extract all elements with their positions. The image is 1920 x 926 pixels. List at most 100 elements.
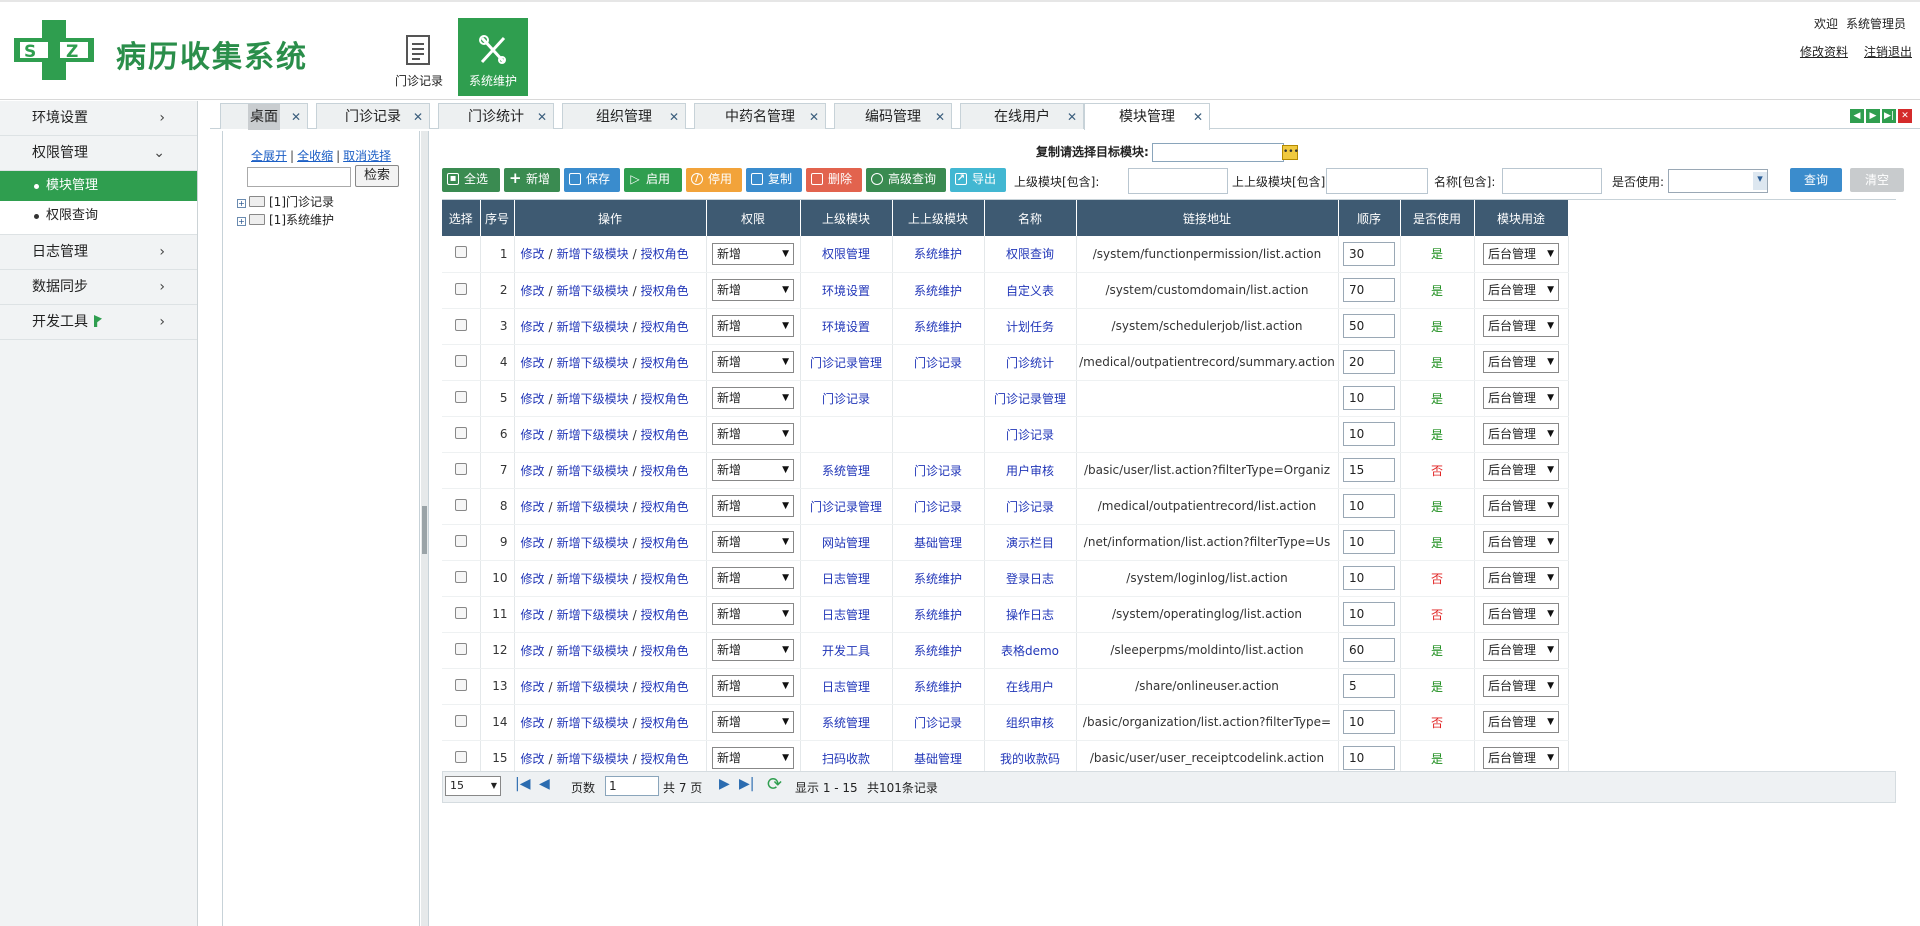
purpose-select[interactable]: 后台管理 (1483, 242, 1559, 265)
tree-node[interactable]: + [1]系统维护 (237, 211, 334, 228)
sidebar-subitem-permission-query[interactable]: 权限查询 (0, 201, 197, 235)
close-icon[interactable]: ✕ (291, 104, 301, 130)
grant-role-link[interactable]: 授权角色 (641, 464, 689, 478)
parent-module[interactable] (800, 416, 893, 453)
table-row[interactable]: 3修改/新增下级模块/授权角色新增环境设置系统维护计划任务/system/sch… (442, 308, 1569, 345)
add-child-link[interactable]: 新增下级模块 (557, 428, 629, 442)
edit-link[interactable]: 修改 (521, 608, 545, 622)
query-button[interactable]: 查询 (1790, 168, 1842, 192)
close-icon[interactable]: ✕ (1193, 104, 1203, 130)
parent-filter-input[interactable] (1128, 168, 1228, 194)
edit-link[interactable]: 修改 (521, 356, 545, 370)
grant-role-link[interactable]: 授权角色 (641, 644, 689, 658)
table-row[interactable]: 2修改/新增下级模块/授权角色新增环境设置系统维护自定义表/system/cus… (442, 272, 1569, 309)
tab-outpatient[interactable]: 门诊记录 ✕ (316, 103, 430, 129)
module-name[interactable]: 权限查询 (984, 236, 1077, 273)
close-all-icon[interactable]: ✕ (1898, 109, 1912, 123)
tab-outpatient-stats[interactable]: 门诊统计 ✕ (438, 103, 554, 129)
order-input[interactable]: 10 (1343, 746, 1395, 770)
edit-link[interactable]: 修改 (521, 500, 545, 514)
order-input[interactable]: 10 (1343, 494, 1395, 518)
add-child-link[interactable]: 新增下级模块 (557, 680, 629, 694)
grant-role-link[interactable]: 授权角色 (641, 320, 689, 334)
parent-module[interactable]: 系统管理 (800, 704, 893, 741)
row-checkbox[interactable] (454, 678, 467, 691)
tree-search-button[interactable]: 检索 (355, 165, 399, 187)
close-icon[interactable]: ✕ (537, 104, 547, 130)
grant-role-link[interactable]: 授权角色 (641, 392, 689, 406)
sidebar-item-devtools[interactable]: 开发工具 › (0, 305, 197, 340)
next-page-icon[interactable]: ▶ (719, 776, 730, 792)
purpose-select[interactable]: 后台管理 (1483, 279, 1559, 301)
row-checkbox[interactable] (454, 282, 467, 295)
add-child-link[interactable]: 新增下级模块 (557, 320, 629, 334)
page-number-input[interactable]: 1 (605, 776, 659, 796)
close-icon[interactable]: ✕ (935, 104, 945, 130)
module-name[interactable]: 门诊记录 (984, 416, 1077, 453)
grandparent-module[interactable] (892, 380, 985, 417)
clear-button[interactable]: 清空 (1850, 168, 1904, 192)
add-child-link[interactable]: 新增下级模块 (557, 500, 629, 514)
grant-role-link[interactable]: 授权角色 (641, 572, 689, 586)
purpose-select[interactable]: 后台管理 (1483, 459, 1559, 481)
row-checkbox[interactable] (454, 426, 467, 439)
module-name[interactable]: 自定义表 (984, 272, 1077, 309)
order-input[interactable]: 10 (1343, 422, 1395, 446)
order-input[interactable]: 50 (1343, 314, 1395, 338)
in-use-select[interactable] (1668, 169, 1768, 193)
edit-link[interactable]: 修改 (521, 536, 545, 550)
add-child-link[interactable]: 新增下级模块 (557, 752, 629, 766)
table-row[interactable]: 12修改/新增下级模块/授权角色新增开发工具系统维护表格demo/sleeper… (442, 632, 1569, 669)
order-input[interactable]: 10 (1343, 530, 1395, 554)
module-name[interactable]: 操作日志 (984, 596, 1077, 633)
permission-select[interactable]: 新增 (712, 747, 794, 769)
order-input[interactable]: 10 (1343, 710, 1395, 734)
edit-link[interactable]: 修改 (521, 680, 545, 694)
edit-profile-link[interactable]: 修改资料 (1800, 45, 1848, 59)
name-filter-input[interactable] (1502, 168, 1602, 194)
add-child-link[interactable]: 新增下级模块 (557, 644, 629, 658)
parent-module[interactable]: 环境设置 (800, 272, 893, 309)
grant-role-link[interactable]: 授权角色 (641, 680, 689, 694)
sidebar-item-log[interactable]: 日志管理 › (0, 235, 197, 270)
edit-link[interactable]: 修改 (521, 752, 545, 766)
order-input[interactable]: 20 (1343, 350, 1395, 374)
sidebar-item-sync[interactable]: 数据同步 › (0, 270, 197, 305)
delete-button[interactable]: 删除 (806, 168, 862, 192)
order-input[interactable]: 70 (1343, 278, 1395, 302)
tab-online-users[interactable]: 在线用户 ✕ (960, 103, 1084, 129)
parent-module[interactable]: 日志管理 (800, 668, 893, 705)
edit-link[interactable]: 修改 (521, 247, 545, 261)
table-row[interactable]: 9修改/新增下级模块/授权角色新增网站管理基础管理演示栏目/net/inform… (442, 524, 1569, 561)
purpose-select[interactable]: 后台管理 (1483, 675, 1559, 697)
scroll-end-icon[interactable]: ▶| (1882, 109, 1896, 123)
order-input[interactable]: 30 (1343, 241, 1395, 266)
row-checkbox[interactable] (454, 498, 467, 511)
order-input[interactable]: 60 (1343, 638, 1395, 662)
parent-module[interactable]: 开发工具 (800, 632, 893, 669)
grandparent-filter-input[interactable] (1326, 168, 1428, 194)
close-icon[interactable]: ✕ (413, 104, 423, 130)
panel-splitter[interactable] (421, 131, 429, 926)
grandparent-module[interactable]: 系统维护 (892, 308, 985, 345)
parent-module[interactable]: 环境设置 (800, 308, 893, 345)
add-child-link[interactable]: 新增下级模块 (557, 572, 629, 586)
permission-select[interactable]: 新增 (712, 711, 794, 733)
edit-link[interactable]: 修改 (521, 320, 545, 334)
permission-select[interactable]: 新增 (712, 603, 794, 625)
add-child-link[interactable]: 新增下级模块 (557, 608, 629, 622)
tab-organization[interactable]: 组织管理 ✕ (562, 103, 686, 129)
module-name[interactable]: 计划任务 (984, 308, 1077, 345)
tab-desktop[interactable]: 桌面 ✕ (220, 103, 308, 130)
add-child-link[interactable]: 新增下级模块 (557, 464, 629, 478)
edit-link[interactable]: 修改 (521, 392, 545, 406)
tree-search-input[interactable] (247, 167, 351, 187)
permission-select[interactable]: 新增 (712, 423, 794, 445)
grant-role-link[interactable]: 授权角色 (641, 752, 689, 766)
cancel-select-link[interactable]: 取消选择 (343, 149, 391, 163)
table-row[interactable]: 11修改/新增下级模块/授权角色新增日志管理系统维护操作日志/system/op… (442, 596, 1569, 633)
prev-page-icon[interactable]: ◀ (539, 776, 550, 792)
module-name[interactable]: 门诊记录 (984, 488, 1077, 525)
permission-select[interactable]: 新增 (712, 675, 794, 697)
copy-button[interactable]: 复制 (746, 168, 802, 192)
